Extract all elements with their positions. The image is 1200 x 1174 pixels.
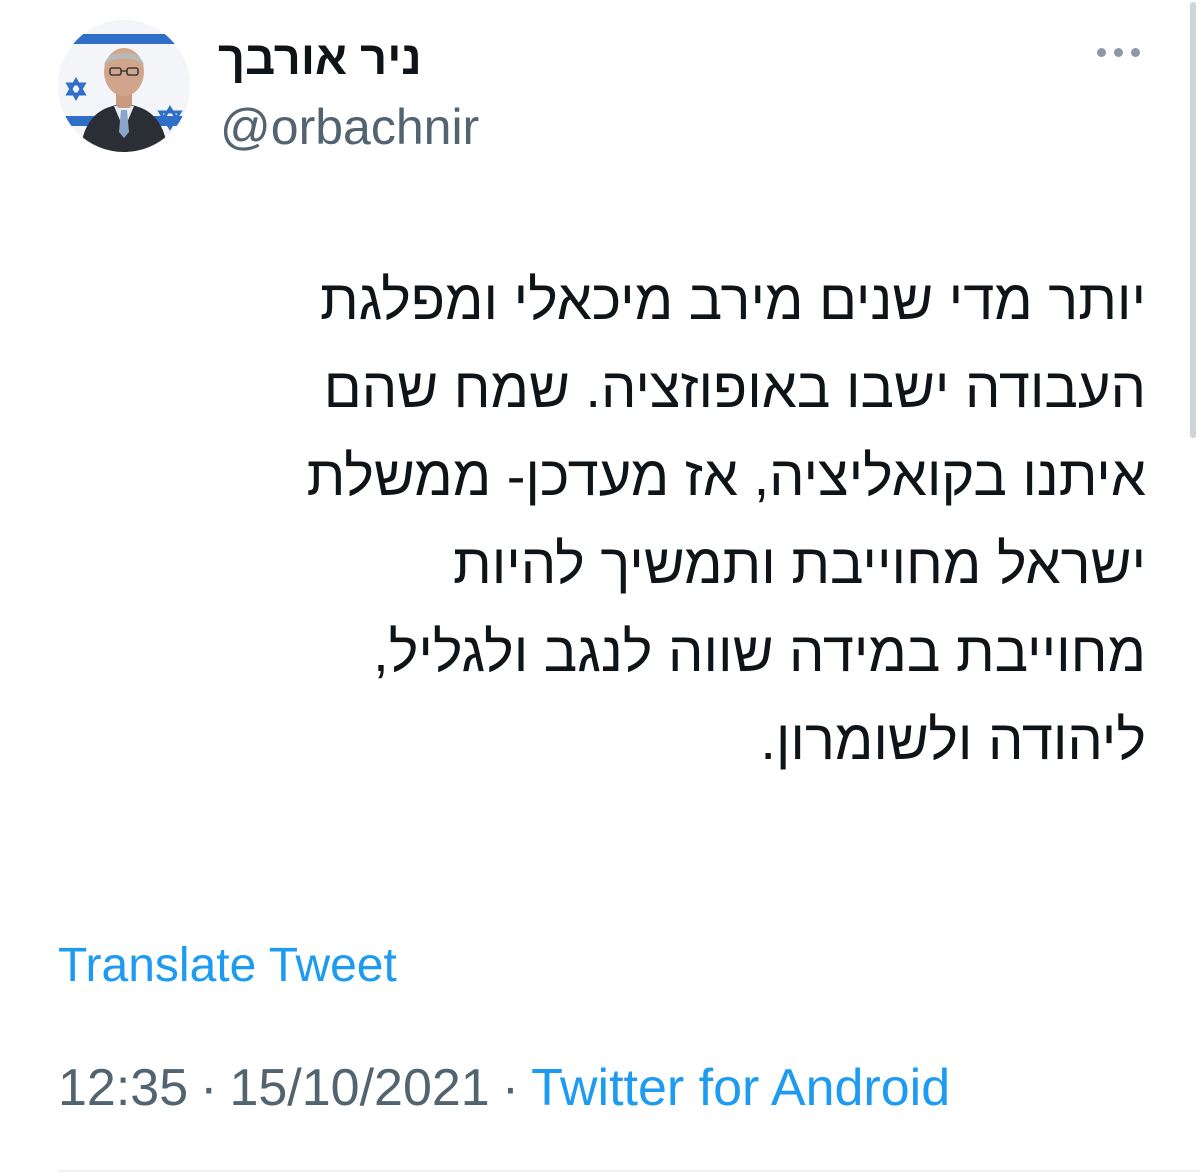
tweet-text: יותר מדי שנים מירב מיכאלי ומפלגת העבודה … [46,256,1146,784]
tweet-text-line: איתנו בקואליציה, אז מעדכן- ממשלת [306,444,1146,507]
tweet-detail-page: ניר אורבך @orbachnir יותר מדי שנים מירב … [0,0,1200,1174]
author-handle[interactable]: @orbachnir [220,98,479,156]
tweet-date[interactable]: 15/10/2021 [229,1059,489,1117]
tweet-text-line: ישראל מחוייבת ותמשיך להיות [453,532,1146,595]
tweet-time[interactable]: 12:35 [58,1059,188,1117]
more-dot [1130,47,1140,57]
tweet-metadata: 12:35 · 15/10/2021 · Twitter for Android [58,1058,950,1118]
tweet-text-line: יותר מדי שנים מירב מיכאלי ומפלגת [319,268,1146,331]
tweet-text-line: ליהודה ולשומרון. [760,708,1146,771]
tweet-source-link[interactable]: Twitter for Android [531,1059,950,1117]
more-options-button[interactable] [1090,34,1146,70]
tweet-text-line: מחוייבת במידה שווה לנגב ולגליל, [373,620,1146,683]
more-horizontal-icon [1096,47,1106,57]
translate-tweet-link[interactable]: Translate Tweet [58,938,397,993]
author-avatar[interactable] [58,20,190,152]
author-display-name[interactable]: ניר אורבך [218,30,422,85]
separator-dot: · [501,1059,520,1117]
divider [58,1170,1200,1172]
separator-dot: · [200,1059,218,1117]
more-dot [1113,47,1123,57]
scrollbar[interactable] [1188,0,1200,440]
tweet-text-line: העבודה ישבו באופוזציה. שמח שהם [323,356,1146,419]
avatar-photo [58,20,190,152]
